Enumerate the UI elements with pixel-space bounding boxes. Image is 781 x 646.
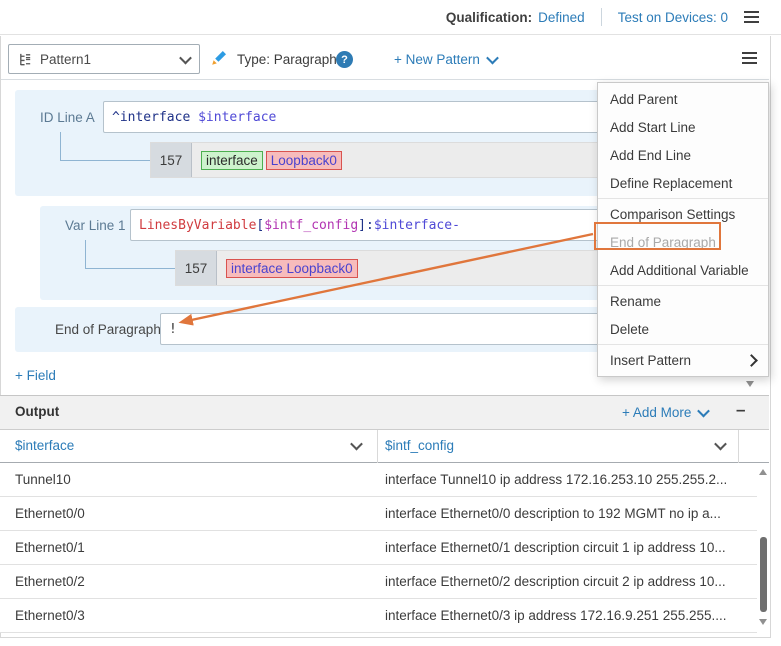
add-more-label: + Add More xyxy=(622,405,691,420)
menu-item-delete[interactable]: Delete xyxy=(598,315,768,343)
pattern-select-chevron-icon xyxy=(181,52,190,67)
column-divider xyxy=(738,430,739,463)
id-line-connector xyxy=(60,132,151,161)
qualification-value-link[interactable]: Defined xyxy=(538,10,585,25)
qualification-group: Qualification: Defined xyxy=(446,10,585,25)
qualification-label: Qualification: xyxy=(446,10,532,25)
match-token-value: Loopback0 xyxy=(266,151,342,170)
column-interface: $interface xyxy=(15,438,74,453)
column-intf-config: $intf_config xyxy=(385,438,454,453)
interface-cell: Ethernet0/1 xyxy=(15,531,85,564)
menu-item-end-of-paragraph[interactable]: End of Paragraph xyxy=(598,228,768,256)
menu-divider xyxy=(598,285,768,286)
match-line-number: 157 xyxy=(151,143,192,177)
table-row[interactable]: Ethernet0/3 interface Ethernet0/3 ip add… xyxy=(0,599,757,633)
column-divider xyxy=(377,430,378,463)
interface-cell: Tunnel10 xyxy=(15,463,71,496)
table-scrollbar-down-icon[interactable] xyxy=(759,619,767,625)
header-menu-icon[interactable] xyxy=(744,11,759,23)
config-cell: interface Ethernet0/1 description circui… xyxy=(385,531,753,564)
var-line-label: Var Line 1 xyxy=(65,209,126,241)
interface-cell: Ethernet0/2 xyxy=(15,565,85,598)
add-more-button[interactable]: + Add More xyxy=(622,396,708,429)
table-scrollbar-up-icon[interactable] xyxy=(759,469,767,475)
id-line-label: ID Line A xyxy=(40,101,95,133)
menu-item-comparison-settings[interactable]: Comparison Settings xyxy=(598,200,768,228)
pattern-menu-icon[interactable] xyxy=(742,52,757,64)
output-column-header: $interface $intf_config xyxy=(0,430,769,463)
edit-pencil-icon[interactable] xyxy=(209,48,229,68)
pattern-scrollbar-down-icon[interactable] xyxy=(746,381,754,387)
menu-item-add-additional-variable[interactable]: Add Additional Variable xyxy=(598,256,768,284)
menu-divider xyxy=(598,198,768,199)
column-interface-dropdown-icon[interactable] xyxy=(350,438,363,451)
match-line-number: 157 xyxy=(176,251,217,285)
pattern-editor-window: Qualification: Defined Test on Devices: … xyxy=(0,0,781,646)
end-of-paragraph-label: End of Paragraph xyxy=(55,313,161,345)
menu-item-add-start-line[interactable]: Add Start Line xyxy=(598,113,768,141)
top-header: Qualification: Defined Test on Devices: … xyxy=(0,0,781,35)
menu-item-insert-pattern[interactable]: Insert Pattern xyxy=(598,346,768,374)
interface-cell: Ethernet0/0 xyxy=(15,497,85,530)
toolbar-divider xyxy=(1,79,769,80)
table-row[interactable]: Ethernet0/0 interface Ethernet0/0 descri… xyxy=(0,497,757,531)
menu-item-define-replacement[interactable]: Define Replacement xyxy=(598,169,768,197)
pattern-type-label: Type: Paragraph xyxy=(237,44,337,74)
menu-item-add-end-line[interactable]: Add End Line xyxy=(598,141,768,169)
match-token-keyword: interface xyxy=(201,151,263,170)
test-on-devices-link[interactable]: Test on Devices: 0 xyxy=(618,10,728,25)
pattern-select[interactable]: Pattern1 xyxy=(8,44,200,74)
table-row[interactable]: Ethernet0/2 interface Ethernet0/2 descri… xyxy=(0,565,757,599)
menu-divider xyxy=(598,344,768,345)
config-cell: interface Ethernet0/2 description circui… xyxy=(385,565,753,598)
new-pattern-chevron-icon xyxy=(486,51,499,64)
output-header: Output + Add More – xyxy=(0,395,769,430)
var-line-connector xyxy=(85,240,176,269)
pattern-select-value: Pattern1 xyxy=(40,52,91,67)
table-row[interactable]: Ethernet0/1 interface Ethernet0/1 descri… xyxy=(0,531,757,565)
config-cell: interface Ethernet0/3 ip address 172.16.… xyxy=(385,599,753,632)
submenu-chevron-icon xyxy=(745,354,758,367)
add-more-chevron-icon xyxy=(698,405,711,418)
new-pattern-button[interactable]: + New Pattern xyxy=(394,44,497,74)
new-pattern-label: + New Pattern xyxy=(394,52,480,67)
header-divider xyxy=(601,8,602,26)
match-token: interface Loopback0 xyxy=(226,259,358,278)
config-cell: interface Ethernet0/0 description to 192… xyxy=(385,497,753,530)
menu-item-add-parent[interactable]: Add Parent xyxy=(598,85,768,113)
context-menu: Add Parent Add Start Line Add End Line D… xyxy=(597,82,769,377)
pattern-tree-icon xyxy=(18,52,33,67)
interface-cell: Ethernet0/3 xyxy=(15,599,85,632)
table-row[interactable]: Tunnel10 interface Tunnel10 ip address 1… xyxy=(0,463,757,497)
add-field-link[interactable]: + Field xyxy=(15,368,56,383)
menu-item-rename[interactable]: Rename xyxy=(598,287,768,315)
collapse-output-button[interactable]: – xyxy=(736,400,745,420)
config-cell: interface Tunnel10 ip address 172.16.253… xyxy=(385,463,753,496)
help-icon[interactable]: ? xyxy=(336,51,353,68)
table-scrollbar-thumb[interactable] xyxy=(760,537,767,612)
column-intf-config-dropdown-icon[interactable] xyxy=(714,438,727,451)
output-title: Output xyxy=(15,404,59,419)
